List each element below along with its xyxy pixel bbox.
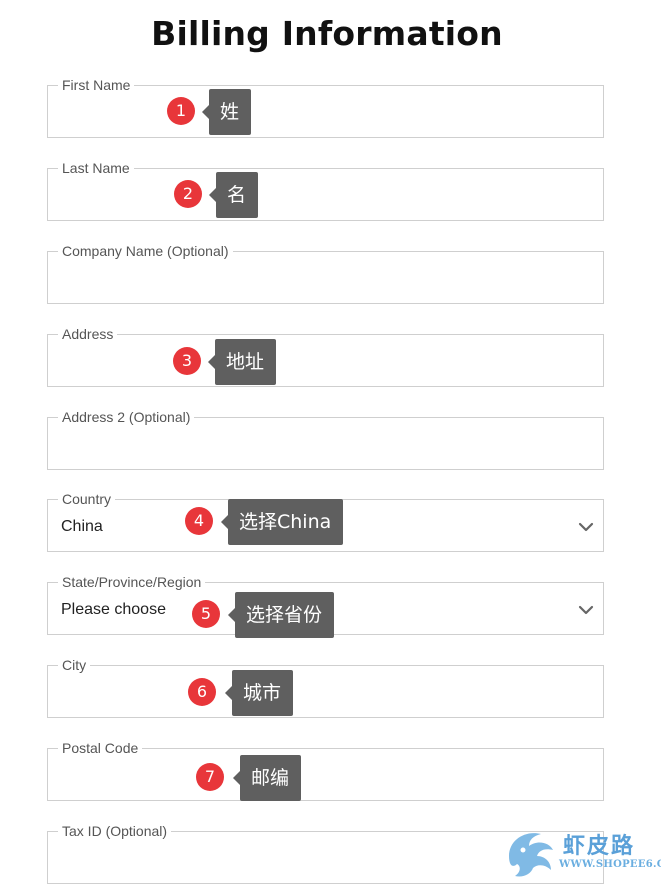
address2-label: Address 2 (Optional) xyxy=(58,408,195,426)
annotation-tooltip-5: 选择省份 xyxy=(227,592,335,638)
step-badge-7: 7 xyxy=(196,763,224,791)
watermark-name: 虾皮路 xyxy=(563,834,636,859)
tax-id-label: Tax ID (Optional) xyxy=(58,822,172,840)
annotation-tooltip-4: 选择China xyxy=(220,499,344,545)
first-name-field[interactable]: First Name xyxy=(47,76,604,138)
step-badge-4: 4 xyxy=(185,507,213,535)
annotation-tooltip-2: 名 xyxy=(208,172,259,218)
country-value: China xyxy=(61,518,103,535)
state-value: Please choose xyxy=(61,601,166,618)
step-badge-6: 6 xyxy=(188,678,216,706)
annotation-tooltip-1: 姓 xyxy=(201,89,252,135)
page-title: Billing Information xyxy=(151,14,503,53)
watermark-url: WWW.SHOPEE6.COM xyxy=(559,859,661,870)
step-badge-3: 3 xyxy=(173,347,201,375)
step-badge-1: 1 xyxy=(167,97,195,125)
postal-code-label: Postal Code xyxy=(58,739,143,757)
chevron-down-icon[interactable] xyxy=(577,601,595,619)
state-label: State/Province/Region xyxy=(58,573,206,591)
city-label: City xyxy=(58,656,91,674)
step-badge-5: 5 xyxy=(192,600,220,628)
company-name-label: Company Name (Optional) xyxy=(58,242,233,260)
city-field[interactable]: City xyxy=(47,656,604,718)
country-label: Country xyxy=(58,490,116,508)
address2-field[interactable]: Address 2 (Optional) xyxy=(47,408,604,470)
address-label: Address xyxy=(58,325,118,343)
address-field[interactable]: Address xyxy=(47,325,604,387)
annotation-tooltip-7: 邮编 xyxy=(232,755,302,801)
chevron-down-icon[interactable] xyxy=(577,518,595,536)
step-badge-2: 2 xyxy=(174,180,202,208)
watermark: 虾皮路 WWW.SHOPEE6.COM xyxy=(503,826,661,882)
dragon-logo-icon xyxy=(509,833,553,877)
first-name-label: First Name xyxy=(58,76,135,94)
company-name-field[interactable]: Company Name (Optional) xyxy=(47,242,604,304)
last-name-field[interactable]: Last Name xyxy=(47,159,604,221)
postal-code-field[interactable]: Postal Code xyxy=(47,739,604,801)
last-name-label: Last Name xyxy=(58,159,134,177)
annotation-tooltip-3: 地址 xyxy=(207,339,277,385)
annotation-tooltip-6: 城市 xyxy=(224,670,294,716)
